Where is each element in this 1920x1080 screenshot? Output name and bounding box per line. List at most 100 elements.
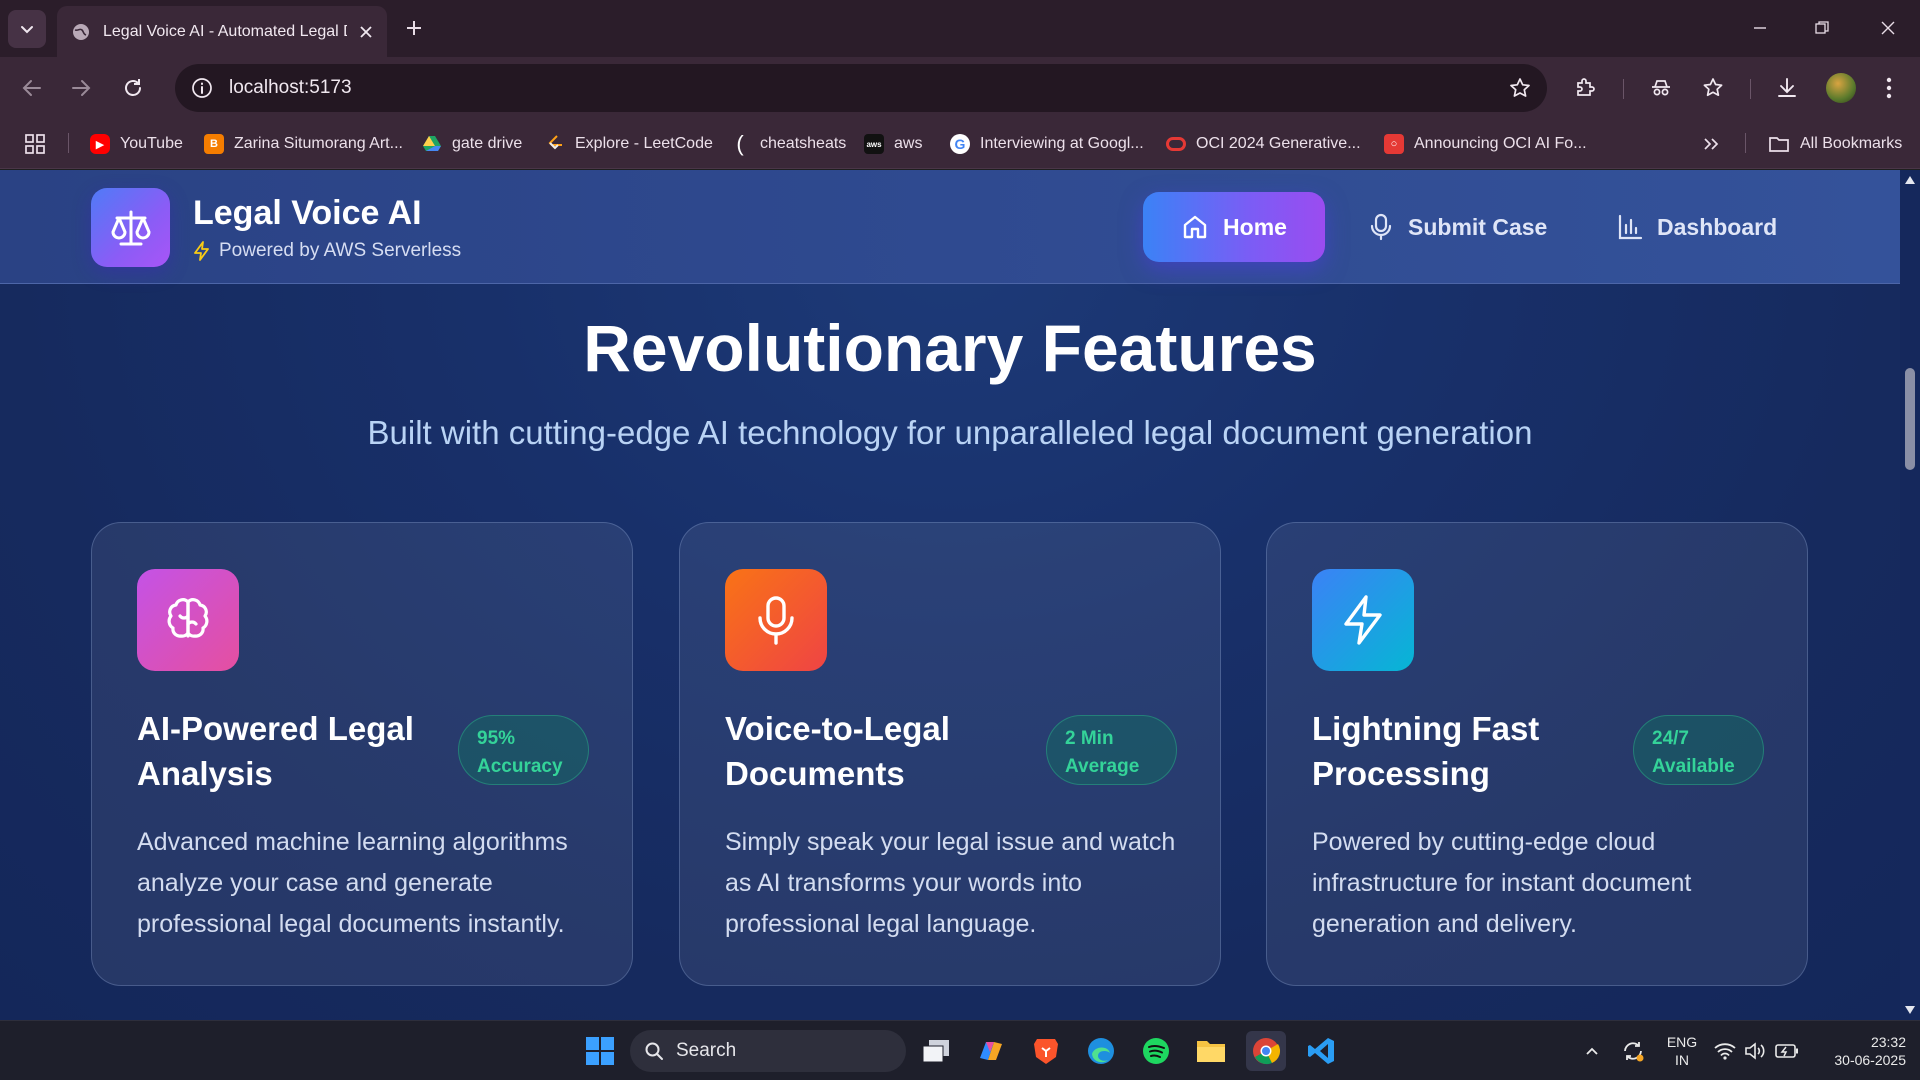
- profile-avatar[interactable]: [1826, 73, 1856, 103]
- browser-tab-active[interactable]: Legal Voice AI - Automated Legal D: [57, 6, 387, 57]
- brain-icon: [167, 598, 209, 638]
- taskbar-search[interactable]: Search: [630, 1030, 906, 1072]
- bookmark-label: Interviewing at Googl...: [980, 135, 1144, 152]
- card-description: Powered by cutting-edge cloud infrastruc…: [1312, 828, 1692, 938]
- page-scrollbar[interactable]: [1900, 170, 1920, 1020]
- downloads-button[interactable]: [1769, 70, 1805, 106]
- copilot-app[interactable]: [971, 1031, 1011, 1071]
- nav-home-button[interactable]: Home: [1143, 192, 1325, 262]
- spotify-app[interactable]: [1136, 1031, 1176, 1071]
- nav-submit-case[interactable]: Submit Case: [1368, 192, 1547, 262]
- lightning-icon: [1344, 595, 1382, 645]
- nav-dashboard[interactable]: Dashboard: [1617, 192, 1777, 262]
- bookmark-aws[interactable]: aws aws: [864, 132, 922, 156]
- all-bookmarks-button[interactable]: All Bookmarks: [1768, 132, 1902, 156]
- bracket-icon: (: [736, 131, 744, 156]
- close-icon: [1881, 21, 1895, 35]
- scroll-up-arrow[interactable]: [1904, 174, 1916, 186]
- all-bookmarks-label: All Bookmarks: [1800, 135, 1903, 152]
- windows-taskbar: Search ENG IN 23:32 30-06-2025: [0, 1020, 1920, 1080]
- card-title: Lightning Fast Processing: [1312, 710, 1540, 792]
- start-button[interactable]: [580, 1031, 620, 1071]
- download-icon: [1778, 78, 1796, 97]
- brave-app[interactable]: [1026, 1031, 1066, 1071]
- feature-card-ai-analysis: AI-Powered Legal Analysis 95% Accuracy A…: [91, 522, 633, 986]
- card-description: Simply speak your legal issue and watch …: [725, 828, 1176, 938]
- battery-tray-icon[interactable]: [1767, 1031, 1807, 1071]
- clock[interactable]: 23:32 30-06-2025: [1812, 1033, 1906, 1069]
- plus-icon: [407, 21, 421, 35]
- bookmark-google-interview[interactable]: G Interviewing at Googl...: [950, 132, 1144, 156]
- extensions-button[interactable]: [1567, 70, 1603, 106]
- apps-button[interactable]: [24, 132, 46, 156]
- sync-icon: [1624, 1042, 1644, 1062]
- vscode-app[interactable]: [1301, 1031, 1341, 1071]
- bookmark-oci-ai[interactable]: ○ Announcing OCI AI Fo...: [1384, 132, 1587, 156]
- show-hidden-icons-button[interactable]: [1572, 1031, 1612, 1071]
- browser-menu-button[interactable]: [1871, 70, 1907, 106]
- wifi-icon: [1714, 1043, 1736, 1060]
- bookmark-label: Zarina Situmorang Art...: [234, 135, 403, 152]
- more-bookmarks-button[interactable]: [1702, 132, 1720, 156]
- language-code: ENG: [1666, 1034, 1698, 1050]
- globe-icon: [73, 23, 89, 40]
- forward-button[interactable]: [63, 70, 99, 106]
- task-view-button[interactable]: [916, 1031, 956, 1071]
- youtube-icon: ▶: [90, 134, 110, 154]
- new-tab-button[interactable]: [398, 12, 430, 44]
- site-info-icon[interactable]: [191, 77, 213, 99]
- edge-app[interactable]: [1081, 1031, 1121, 1071]
- clock-date: 30-06-2025: [1834, 1052, 1906, 1068]
- blogger-icon: B: [204, 134, 224, 154]
- card-stat-badge: 2 Min Average: [1046, 715, 1177, 785]
- feature-card-lightning-fast: Lightning Fast Processing 24/7 Available…: [1266, 522, 1808, 986]
- toolbar-separator: [1750, 79, 1751, 99]
- bookmark-zarina[interactable]: B Zarina Situmorang Art...: [204, 132, 403, 156]
- minimize-button[interactable]: [1740, 8, 1780, 48]
- sync-tray-icon[interactable]: [1613, 1031, 1653, 1071]
- brand-title: Legal Voice AI: [193, 194, 422, 232]
- aws-icon: aws: [864, 134, 884, 154]
- reload-button[interactable]: [115, 70, 151, 106]
- bookmark-leetcode[interactable]: Explore - LeetCode: [545, 132, 713, 156]
- address-bar[interactable]: localhost:5173: [175, 64, 1547, 112]
- close-window-button[interactable]: [1868, 8, 1908, 48]
- language-indicator[interactable]: ENG IN: [1664, 1033, 1700, 1069]
- favorites-button[interactable]: [1695, 70, 1731, 106]
- bookmark-label: Explore - LeetCode: [575, 135, 713, 152]
- triangle-down-icon: [1905, 1006, 1915, 1014]
- feature-card-voice-to-legal: Voice-to-Legal Documents 2 Min Average S…: [679, 522, 1221, 986]
- card-description: Advanced machine learning algorithms ana…: [137, 828, 568, 938]
- logo[interactable]: [91, 188, 170, 267]
- card-title: AI-Powered Legal Analysis: [137, 710, 414, 792]
- card-title: Voice-to-Legal Documents: [725, 710, 950, 792]
- scroll-down-arrow[interactable]: [1904, 1004, 1916, 1016]
- google-drive-icon: [423, 136, 441, 151]
- scroll-thumb[interactable]: [1905, 368, 1915, 470]
- close-icon[interactable]: [359, 25, 373, 39]
- vscode-icon: [1308, 1038, 1334, 1064]
- chrome-app[interactable]: [1246, 1031, 1286, 1071]
- bookmark-cheatsheats[interactable]: ( cheatsheats: [730, 131, 847, 156]
- bookmark-star-icon[interactable]: [1509, 77, 1531, 99]
- back-button[interactable]: [14, 70, 50, 106]
- microphone-icon: [1370, 213, 1392, 241]
- copilot-icon: [980, 1042, 1002, 1060]
- star-list-icon: [1703, 78, 1723, 97]
- incognito-button[interactable]: [1643, 70, 1679, 106]
- restore-button[interactable]: [1802, 8, 1842, 48]
- bookmark-gate-drive[interactable]: gate drive: [422, 132, 522, 156]
- bookmark-oci-generative[interactable]: OCI 2024 Generative...: [1166, 132, 1361, 156]
- arrow-left-icon: [22, 80, 41, 96]
- bookmark-label: cheatsheats: [760, 135, 847, 152]
- windows-logo-icon: [586, 1037, 614, 1065]
- brave-lion-icon: [1034, 1039, 1058, 1064]
- file-explorer-app[interactable]: [1191, 1031, 1231, 1071]
- badge-value: 24/7: [1652, 728, 1689, 749]
- tab-search-button[interactable]: [8, 10, 46, 48]
- task-view-icon: [922, 1040, 949, 1063]
- nav-dashboard-label: Dashboard: [1657, 213, 1778, 240]
- bookmark-youtube[interactable]: ▶ YouTube: [90, 132, 183, 156]
- edge-icon: [1088, 1038, 1114, 1064]
- lightning-icon: [194, 241, 209, 261]
